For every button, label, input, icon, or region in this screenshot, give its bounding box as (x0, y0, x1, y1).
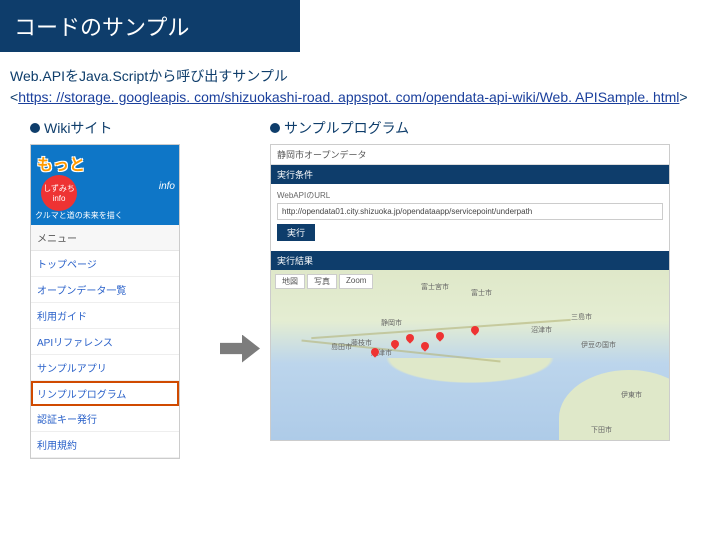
right-column: サンプルプログラム 静岡市オープンデータ 実行条件 WebAPIのURL 実行 … (270, 118, 670, 459)
sample-panel: 静岡市オープンデータ 実行条件 WebAPIのURL 実行 実行結果 地図 写真… (270, 144, 670, 441)
arrow-column (210, 118, 270, 459)
map-tabs: 地図 写真 Zoom (275, 274, 373, 289)
map-city-label: 伊豆の国市 (581, 340, 616, 350)
map-pin-icon[interactable] (419, 340, 430, 351)
arrow-right-icon (220, 335, 260, 363)
results-label: 実行結果 (277, 254, 313, 267)
wiki-menu-item[interactable]: サンプルアプリ (31, 355, 179, 381)
map-city-label: 伊東市 (621, 390, 642, 400)
bracket-open-icon: < (10, 89, 18, 105)
wiki-menu-item[interactable]: 利用ガイド (31, 303, 179, 329)
resource-url-input[interactable] (277, 203, 663, 220)
resource-label: WebAPIのURL (277, 190, 663, 201)
bracket-close-icon: > (679, 89, 687, 105)
left-heading: Wikiサイト (30, 118, 210, 138)
run-button[interactable]: 実行 (277, 224, 315, 241)
map-city-label: 藤枝市 (351, 338, 372, 348)
wiki-menu-item[interactable]: APIリファレンス (31, 329, 179, 355)
map-tab-photo[interactable]: 写真 (307, 274, 337, 289)
map-pin-icon[interactable] (434, 330, 445, 341)
intro-block: Web.APIをJava.Scriptから呼び出すサンプル <https: //… (10, 66, 710, 108)
bullet-icon (270, 123, 280, 133)
wiki-menu-item[interactable]: トップページ (31, 251, 179, 277)
sample-url-link[interactable]: https: //storage. googleapis. com/shizuo… (18, 89, 679, 105)
map-tab-map[interactable]: 地図 (275, 274, 305, 289)
wiki-menu-label: メニュー (31, 225, 179, 251)
map-city-label: 沼津市 (531, 325, 552, 335)
hero-logo-text: もっと (37, 151, 85, 175)
map-city-label: 静岡市 (381, 318, 402, 328)
map-pin-icon[interactable] (404, 332, 415, 343)
map-city-label: 富士市 (471, 288, 492, 298)
map-city-label: 三島市 (571, 312, 592, 322)
wiki-card: もっと しずみち info info クルマと道の未来を描く メニュー トップペ… (30, 144, 180, 459)
map-city-label: 富士宮市 (421, 282, 449, 292)
right-heading: サンプルプログラム (270, 118, 670, 138)
map-canvas[interactable]: 富士市富士宮市静岡市島田市藤枝市焼津市沼津市三島市伊豆の国市伊東市下田市 (271, 270, 669, 440)
sample-bar-conditions: 実行条件 (271, 165, 669, 184)
wiki-menu-item[interactable]: 認証キー発行 (31, 406, 179, 432)
hero-sub-text: info (159, 181, 175, 192)
slide-title: コードのサンプル (0, 0, 300, 52)
map-city-label: 島田市 (331, 342, 352, 352)
map-container: 地図 写真 Zoom 富士市富士宮市静岡市島田市藤枝市焼津市沼津市三島市伊豆の国… (271, 270, 669, 440)
bullet-icon (30, 123, 40, 133)
wiki-hero: もっと しずみち info info クルマと道の未来を描く (31, 145, 179, 225)
wiki-menu-item[interactable]: オープンデータ一覧 (31, 277, 179, 303)
wiki-menu-item[interactable]: 利用規約 (31, 432, 179, 458)
sample-bar-results: 実行結果 (271, 251, 669, 270)
right-heading-text: サンプルプログラム (284, 118, 409, 138)
intro-url-line: <https: //storage. googleapis. com/shizu… (10, 87, 710, 108)
hero-circle-badge: しずみち info (41, 175, 77, 211)
intro-desc: Web.APIをJava.Scriptから呼び出すサンプル (10, 66, 710, 87)
left-column: Wikiサイト もっと しずみち info info クルマと道の未来を描く メ… (30, 118, 210, 459)
wiki-menu-item[interactable]: リンプルプログラム (31, 381, 179, 406)
sample-panel-title: 静岡市オープンデータ (271, 145, 669, 165)
map-zoom-label: Zoom (339, 274, 373, 289)
left-heading-text: Wikiサイト (44, 118, 112, 138)
hero-caption: クルマと道の未来を描く (35, 210, 175, 221)
map-city-label: 下田市 (591, 425, 612, 435)
sample-body: WebAPIのURL 実行 (271, 184, 669, 247)
